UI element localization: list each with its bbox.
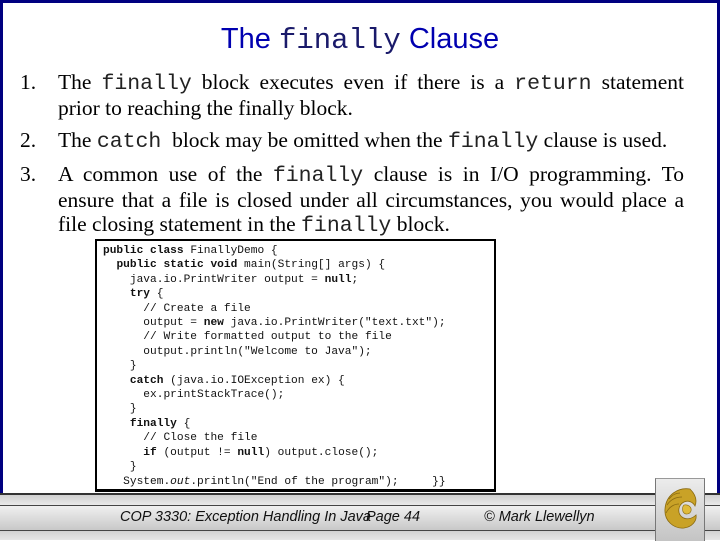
title-prefix: The [220,23,279,55]
code-line: } [103,360,137,373]
code-line: try { [129,288,164,301]
footer-page-number: Page 44 [366,509,421,525]
bullet-text: block executes even if there is a [191,70,515,94]
code-line: // Create a file [103,302,251,315]
slide-frame-top [0,0,720,3]
code-line: System.out.println("End of the program")… [123,475,446,488]
bullet-item: 1. The finally block executes even if th… [20,70,684,120]
footer-author: © Mark Llewellyn [484,509,595,525]
pegasus-logo-icon [664,488,697,529]
code-line: java.io.PrintWriter output = null; [129,273,359,286]
bullet-text: block may be omitted when the [161,128,448,152]
title-code: finally [278,24,401,57]
slide-title: The finally Clause [0,19,720,61]
code-line: } [103,403,137,416]
code-line: public class FinallyDemo { [103,245,278,257]
bullet-code: finally [272,164,364,188]
code-line: // Write formatted output to the file [103,331,392,344]
slide-frame-left [0,0,3,494]
logo-box [655,478,705,541]
code-line: finally { [129,417,191,430]
bullet-item: 2. The catch block may be omitted when t… [20,128,684,154]
bullet-number: 3. [20,162,37,186]
code-line: ex.printStackTrace(); [143,389,285,402]
code-line: output.println("Welcome to Java"); [143,345,372,358]
bullet-item: 3. A common use of the finally clause is… [20,162,684,238]
bullet-text: The [58,128,97,152]
bullet-code: return [514,72,592,96]
code-line: output = new java.io.PrintWriter("text.t… [143,317,446,330]
bullet-text: clause is used. [538,128,668,152]
bullet-text: block. [391,212,450,236]
bullet-code: catch [96,130,162,154]
bullet-number: 1. [20,70,37,94]
footer-course: COP 3330: Exception Handling In Java [120,509,371,525]
bullet-code: finally [301,214,392,238]
bullet-code: finally [101,72,192,96]
code-line: public static void main(String[] args) { [116,259,386,272]
footer-bar: COP 3330: Exception Handling In Java Pag… [0,493,720,540]
code-listing: public class FinallyDemo { public static… [103,244,446,489]
bullet-text: The [58,70,102,94]
bullet-code: finally [447,130,539,154]
bullet-number: 2. [20,128,37,152]
code-line: if (output != null) output.close(); [143,446,379,459]
code-line: catch (java.io.IOException ex) { [129,374,345,387]
code-listing-box: public class FinallyDemo { public static… [95,239,496,492]
code-line: } [103,461,137,474]
bullet-text: A common use of the [58,162,273,186]
bullet-list: 1. The finally block executes even if th… [20,70,684,246]
title-suffix: Clause [400,23,500,55]
code-line: // Close the file [103,432,258,445]
